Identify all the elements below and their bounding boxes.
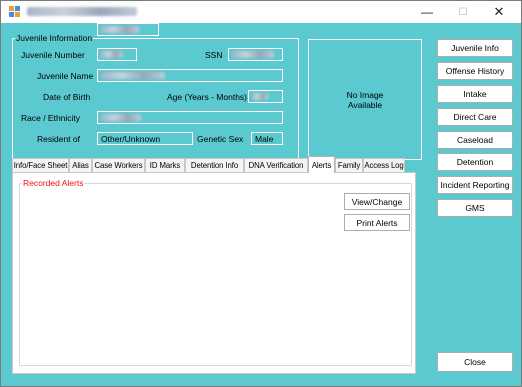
race-ethnicity-field[interactable] <box>97 111 283 124</box>
app-icon <box>9 6 20 17</box>
juvenile-name-label: Juvenile Name <box>37 71 94 81</box>
tab-info-face-sheet[interactable]: Info/Face Sheet <box>12 158 69 172</box>
title-bar: — ☐ ✕ <box>1 1 521 23</box>
alerts-tab-panel: Recorded Alerts View/Change Print Alerts <box>12 172 416 374</box>
tab-alerts[interactable]: Alerts <box>308 156 335 173</box>
recorded-alerts-legend: Recorded Alerts <box>23 178 84 188</box>
form-client-area: Juvenile Information Juvenile Number SSN… <box>1 23 521 386</box>
view-change-button[interactable]: View/Change <box>344 193 410 210</box>
juvenile-number-label: Juvenile Number <box>21 50 85 60</box>
caseload-button[interactable]: Caseload <box>437 131 513 149</box>
direct-care-button[interactable]: Direct Care <box>437 108 513 126</box>
juvenile-info-button[interactable]: Juvenile Info <box>437 39 513 57</box>
intake-button[interactable]: Intake <box>437 85 513 103</box>
tab-alias[interactable]: Alias <box>69 158 92 172</box>
ssn-field[interactable] <box>228 48 283 61</box>
maximize-button[interactable]: ☐ <box>445 3 481 21</box>
tab-access-log[interactable]: Access Log <box>363 158 405 172</box>
genetic-sex-label: Genetic Sex <box>197 134 244 144</box>
window-title-redacted <box>27 7 137 17</box>
age-field[interactable] <box>248 90 283 103</box>
tab-case-workers[interactable]: Case Workers <box>92 158 145 172</box>
date-of-birth-field[interactable] <box>97 23 159 36</box>
date-of-birth-label: Date of Birth <box>43 92 91 102</box>
main-window: — ☐ ✕ Juvenile Information Juvenile Numb… <box>0 0 522 387</box>
close-button[interactable]: Close <box>437 352 513 372</box>
resident-of-field[interactable]: Other/Unknown <box>97 132 193 145</box>
incident-reporting-button[interactable]: Incident Reporting <box>437 176 513 194</box>
tab-dna-verification[interactable]: DNA Verification <box>244 158 308 172</box>
minimize-button[interactable]: — <box>409 3 445 21</box>
print-alerts-button[interactable]: Print Alerts <box>344 214 410 231</box>
race-ethnicity-label: Race / Ethnicity <box>21 113 81 123</box>
no-image-line1: No Image <box>346 89 384 100</box>
tab-strip: Info/Face Sheet Alias Case Workers ID Ma… <box>12 156 432 173</box>
tab-id-marks[interactable]: ID Marks <box>145 158 185 172</box>
age-label: Age (Years - Months) <box>167 92 247 102</box>
tab-detention-info[interactable]: Detention Info <box>185 158 244 172</box>
juvenile-information-legend: Juvenile Information <box>16 33 93 43</box>
ssn-label: SSN <box>205 50 223 60</box>
juvenile-name-field[interactable] <box>97 69 283 82</box>
offense-history-button[interactable]: Offense History <box>437 62 513 80</box>
genetic-sex-field[interactable]: Male <box>251 132 283 145</box>
resident-of-label: Resident of <box>37 134 80 144</box>
tab-family[interactable]: Family <box>335 158 363 172</box>
photo-placeholder: No Image Available <box>308 39 422 160</box>
close-window-button[interactable]: ✕ <box>481 3 517 21</box>
juvenile-number-field[interactable] <box>97 48 137 61</box>
no-image-line2: Available <box>347 99 383 110</box>
detention-button[interactable]: Detention <box>437 153 513 171</box>
gms-button[interactable]: GMS <box>437 199 513 217</box>
